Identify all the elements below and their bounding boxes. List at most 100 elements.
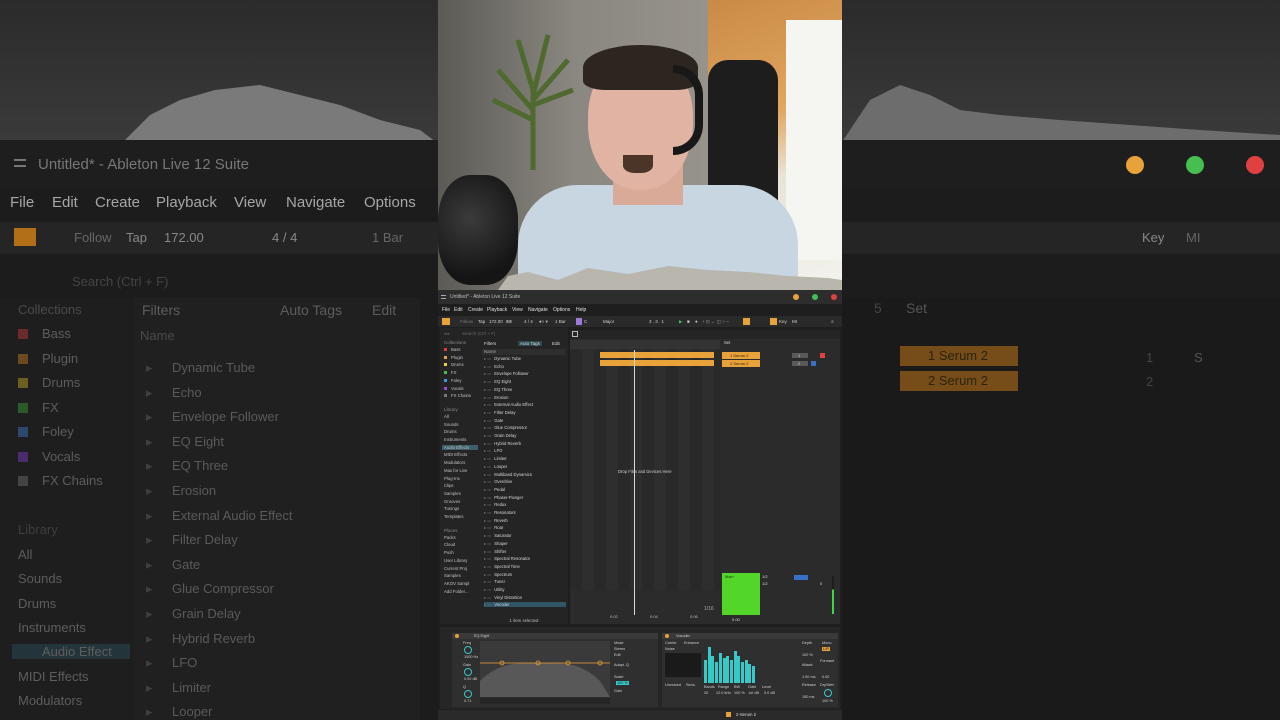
playhead[interactable] (634, 350, 635, 615)
menu-help[interactable]: Help (576, 307, 586, 313)
place-user-library[interactable]: User Library (444, 558, 467, 563)
list-item[interactable]: Vinyl Distortion (484, 595, 522, 600)
root-note[interactable]: C (584, 319, 587, 324)
drywet-knob[interactable] (824, 689, 832, 697)
list-item[interactable]: Hybrid Reverb (484, 441, 521, 446)
list-item[interactable]: Filter Delay (484, 410, 515, 415)
timeline-ruler[interactable] (570, 340, 720, 349)
list-item[interactable]: Utility (484, 587, 504, 592)
menu-navigate[interactable]: Navigate (528, 307, 548, 313)
library-templates[interactable]: Templates (444, 514, 464, 519)
arrangement-view-button[interactable] (442, 318, 450, 325)
grid-quantize[interactable]: 1/16 (704, 606, 714, 612)
collection-plugin[interactable]: Plugin (444, 355, 463, 360)
list-item[interactable]: Dynamic Tube (484, 356, 521, 361)
list-item[interactable]: Phaser-Flanger (484, 495, 523, 500)
collection-drums[interactable]: Drums (444, 362, 464, 367)
bands-value[interactable]: 20 (704, 691, 708, 695)
track-1-arm-button[interactable] (820, 353, 825, 358)
library-midi-effects[interactable]: MIDI Effects (444, 452, 467, 457)
list-item[interactable]: Echo (484, 364, 504, 369)
list-item[interactable]: Spectrum (484, 572, 512, 577)
place-samples[interactable]: Samples (444, 573, 461, 578)
place-packs[interactable]: Packs (444, 535, 456, 540)
track-2-solo-button[interactable] (811, 361, 816, 366)
noise-display[interactable] (665, 653, 701, 677)
mono-label[interactable]: Mono (822, 641, 832, 645)
eq-gain-knob[interactable] (464, 668, 472, 676)
depth-value[interactable]: 100 % (802, 653, 813, 657)
tap-button[interactable]: Tap (478, 319, 485, 324)
keyboard-button[interactable] (770, 318, 777, 325)
set-label[interactable]: Set (724, 340, 730, 345)
nav-arrows-icon[interactable]: ◂ ▸ (444, 331, 450, 337)
menu-edit[interactable]: Edit (454, 307, 463, 313)
record-quantize-icon[interactable]: ●○ ▾ (539, 319, 548, 325)
library-instruments[interactable]: Instruments (444, 437, 466, 442)
list-item[interactable]: Limiter (484, 456, 507, 461)
library-clips[interactable]: Clips (444, 483, 454, 488)
place-cloud[interactable]: Cloud (444, 542, 455, 547)
routing-2[interactable]: 1/2 (762, 581, 768, 586)
collection-bass[interactable]: Bass (444, 347, 461, 352)
range-value[interactable]: 12.0 kHz (716, 691, 731, 695)
track-header-2[interactable]: 2 Serum 2 (722, 360, 760, 367)
menu-playback[interactable]: Playback (487, 307, 507, 313)
position-field[interactable]: 3 . 3 . 1 (649, 319, 664, 324)
auto-tags-button[interactable]: Auto Tags (518, 341, 542, 346)
menu-options[interactable]: Options (553, 307, 570, 313)
eq-q-knob[interactable] (464, 690, 472, 698)
list-item[interactable]: Grain Delay (484, 433, 516, 438)
tempo-field[interactable]: 172.00 (489, 319, 503, 324)
place-push[interactable]: Push (444, 550, 454, 555)
list-item[interactable]: Multiband Dynamics (484, 472, 532, 477)
play-button[interactable]: ▶ (679, 319, 682, 325)
library-samples[interactable]: Samples (444, 491, 461, 496)
edit-button[interactable]: Edit (552, 341, 560, 346)
stereo-mode[interactable]: L/R (822, 647, 830, 651)
list-item[interactable]: Erosion (484, 395, 508, 400)
maximize-button[interactable] (812, 294, 818, 300)
search-input[interactable]: ◂ ▸ Search (Ctrl + F) (444, 330, 564, 338)
list-item[interactable]: Pedal (484, 487, 505, 492)
track-header-1[interactable]: 1 Serum 2 (722, 352, 760, 359)
place-current-proj[interactable]: Current Proj (444, 566, 467, 571)
main-value[interactable]: 0 (820, 581, 822, 586)
minimize-button[interactable] (793, 294, 799, 300)
list-item[interactable]: Saturator (484, 533, 511, 538)
key-button[interactable]: Key (779, 319, 787, 324)
library-modulators[interactable]: Modulators (444, 460, 465, 465)
filters-button[interactable]: Filters (484, 341, 496, 346)
bw-value[interactable]: 100 % (734, 691, 745, 695)
menu-icon[interactable]: ≡ (831, 319, 834, 324)
list-item[interactable]: Spectral Time (484, 564, 520, 569)
routing-1[interactable]: 1/2 (762, 574, 768, 579)
place-add-folder-[interactable]: Add Folder... (444, 589, 468, 594)
scale-mode-button[interactable] (576, 318, 582, 325)
menu-create[interactable]: Create (468, 307, 483, 313)
eq-band-buttons[interactable] (480, 698, 610, 704)
follow-button[interactable]: Follow (460, 319, 473, 324)
release-value[interactable]: 150 ms (802, 695, 814, 699)
signature-field[interactable]: 4 / 4 (524, 319, 533, 324)
list-item[interactable]: LFO (484, 448, 502, 453)
formant-value[interactable]: 0.00 (822, 675, 829, 679)
vocoder-bands-display[interactable] (704, 645, 756, 683)
eq-power-icon[interactable] (455, 634, 459, 638)
list-item[interactable]: Envelope Follower (484, 371, 528, 376)
library-sounds[interactable]: Sounds (444, 422, 459, 427)
place-akov-sampl[interactable]: AKOV Sampl (444, 581, 469, 586)
gate-value[interactable]: -inf dB (748, 691, 759, 695)
library-tunings[interactable]: Tunings (444, 506, 459, 511)
clip-track-2[interactable] (600, 360, 714, 366)
list-item[interactable]: External Audio Effect (484, 402, 533, 407)
list-item[interactable]: EQ Eight (484, 379, 511, 384)
list-item[interactable]: Roar (484, 525, 503, 530)
midi-button[interactable]: MI (792, 319, 797, 324)
scale-menu[interactable]: Major (603, 319, 614, 324)
close-button[interactable] (831, 294, 837, 300)
list-item[interactable]: Redux (484, 502, 506, 507)
collection-vocals[interactable]: Vocals (444, 386, 464, 391)
attack-value[interactable]: 1.00 ms (802, 675, 816, 679)
zoom-value[interactable]: 0.00 (732, 617, 740, 622)
